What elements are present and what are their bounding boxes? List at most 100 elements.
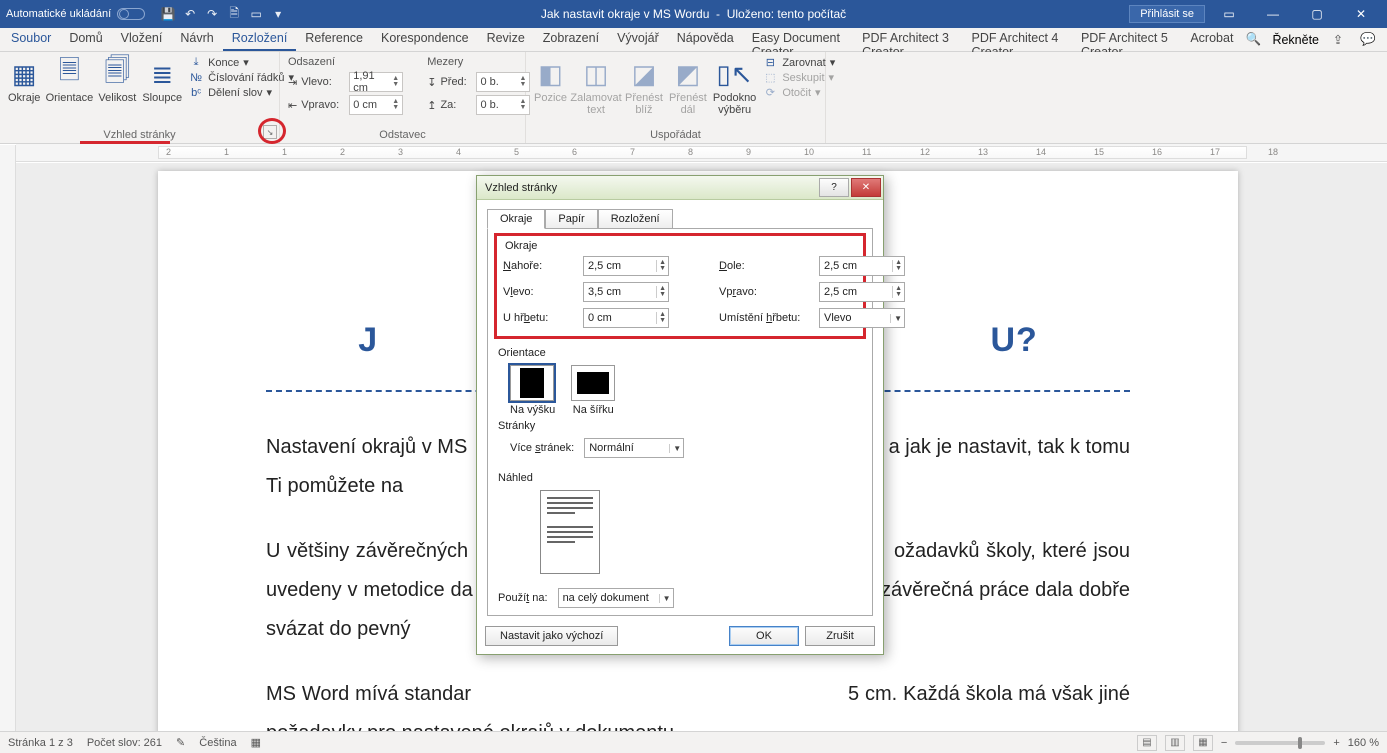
share-icon[interactable]: ⇪ — [1327, 30, 1349, 50]
group-button: ⬚Seskupit ▾ — [762, 71, 835, 84]
maximize-icon[interactable]: ▢ — [1297, 0, 1337, 28]
align-button[interactable]: ⊟Zarovnat ▾ — [762, 56, 835, 69]
tab-pdf3[interactable]: PDF Architect 3 Creator — [853, 28, 962, 51]
wrap-icon: ◫ — [584, 58, 609, 90]
tab-developer[interactable]: Vývojář — [608, 28, 668, 51]
forward-button: ◪Přenést blíž — [625, 56, 663, 116]
qat-more-icon[interactable]: ▾ — [269, 5, 287, 23]
zoom-out-button[interactable]: − — [1221, 737, 1227, 749]
indent-left-row[interactable]: ⇥Vlevo:1,91 cm▲▼ — [288, 72, 403, 92]
indent-right-row[interactable]: ⇤Vpravo:0 cm▲▼ — [288, 95, 403, 115]
gutter-pos-select[interactable]: Vlevo▼ — [819, 308, 905, 328]
spacing-before-row[interactable]: ↧Před:0 b.▲▼ — [427, 72, 530, 92]
tab-insert[interactable]: Vložení — [112, 28, 172, 51]
minimize-icon[interactable]: — — [1253, 0, 1293, 28]
tab-file[interactable]: Soubor — [2, 28, 60, 51]
line-numbers-button[interactable]: №Číslování řádků ▾ — [188, 71, 294, 84]
tab-layout[interactable]: Rozložení — [223, 28, 297, 51]
view-read-icon[interactable]: ▤ — [1137, 735, 1157, 751]
tab-pdf5[interactable]: PDF Architect 5 Creator — [1072, 28, 1181, 51]
arrange-group-label: Uspořádat — [534, 129, 817, 141]
horizontal-ruler[interactable]: 21123456789101112131415161718 — [16, 144, 1387, 162]
spellcheck-icon[interactable]: ✎ — [176, 736, 185, 749]
selection-pane-button[interactable]: ▯↖Podokno výběru — [713, 56, 756, 116]
margins-button[interactable]: ▦Okraje — [8, 56, 40, 104]
tab-easy-doc[interactable]: Easy Document Creator — [743, 28, 853, 51]
zoom-in-button[interactable]: + — [1333, 737, 1339, 749]
view-web-icon[interactable]: ▦ — [1193, 735, 1213, 751]
group-icon: ⬚ — [762, 71, 778, 84]
multi-pages-select[interactable]: Normální▼ — [584, 438, 684, 458]
left-input[interactable]: 3,5 cm▲▼ — [583, 282, 669, 302]
set-default-button[interactable]: Nastavit jako výchozí — [485, 626, 618, 646]
qat-doc-icon[interactable]: 🗎 — [225, 5, 243, 23]
paragraph-3: MS Word mívá standar 5 cm. Každá škola m… — [266, 675, 1130, 731]
page-setup-launcher[interactable]: ↘ — [263, 125, 277, 139]
apply-to-label: Použít na: — [498, 592, 548, 604]
qat-touch-icon[interactable]: ▭ — [247, 5, 265, 23]
search-icon[interactable]: 🔍 — [1242, 30, 1264, 50]
size-icon: 🗐 — [104, 58, 130, 90]
tab-design[interactable]: Návrh — [171, 28, 222, 51]
comments-icon[interactable]: 💬 — [1357, 30, 1379, 50]
columns-button[interactable]: ≣Sloupce — [142, 56, 182, 104]
landscape-option[interactable]: Na šířku — [571, 365, 615, 416]
top-input[interactable]: 2,5 cm▲▼ — [583, 256, 669, 276]
ribbon-tabs: Soubor Domů Vložení Návrh Rozložení Refe… — [0, 28, 1387, 52]
dialog-close-button[interactable]: ✕ — [851, 178, 881, 197]
tab-help[interactable]: Nápověda — [668, 28, 743, 51]
portrait-option[interactable]: Na výšku — [510, 365, 555, 416]
apply-to-select[interactable]: na celý dokument▼ — [558, 588, 674, 608]
ruler-tick: 15 — [1094, 147, 1104, 157]
language-button[interactable]: Čeština — [199, 737, 236, 749]
tab-home[interactable]: Domů — [60, 28, 111, 51]
ruler-tick: 5 — [514, 147, 519, 157]
dialog-help-button[interactable]: ? — [819, 178, 849, 197]
toggle-off-icon — [117, 8, 145, 20]
orientation-group-title: Orientace — [498, 347, 862, 359]
ruler-tick: 6 — [572, 147, 577, 157]
view-print-icon[interactable]: ▥ — [1165, 735, 1185, 751]
right-input[interactable]: 2,5 cm▲▼ — [819, 282, 905, 302]
spacing-after-row[interactable]: ↥Za:0 b.▲▼ — [427, 95, 530, 115]
ruler-tick: 8 — [688, 147, 693, 157]
portrait-icon — [520, 368, 544, 398]
tab-mailings[interactable]: Korespondence — [372, 28, 478, 51]
undo-icon[interactable]: ↶ — [181, 5, 199, 23]
margins-icon: ▦ — [12, 58, 37, 90]
save-icon[interactable]: 💾 — [159, 5, 177, 23]
autosave-toggle[interactable]: Automatické ukládání — [6, 8, 145, 20]
tell-me-label[interactable]: Řekněte — [1272, 33, 1319, 47]
size-button[interactable]: 🗐Velikost — [98, 56, 136, 104]
zoom-slider[interactable] — [1235, 741, 1325, 745]
top-label: Nahoře: — [503, 260, 583, 272]
tab-pdf4[interactable]: PDF Architect 4 Creator — [963, 28, 1072, 51]
tab-view[interactable]: Zobrazení — [534, 28, 608, 51]
close-icon[interactable]: ✕ — [1341, 0, 1381, 28]
autosave-label: Automatické ukládání — [6, 8, 111, 20]
cancel-button[interactable]: Zrušit — [805, 626, 875, 646]
breaks-button[interactable]: ⤓Konce ▾ — [188, 56, 294, 69]
page-count[interactable]: Stránka 1 z 3 — [8, 737, 73, 749]
tab-review[interactable]: Revize — [478, 28, 534, 51]
ok-button[interactable]: OK — [729, 626, 799, 646]
signin-button[interactable]: Přihlásit se — [1129, 5, 1205, 23]
dialog-tab-paper[interactable]: Papír — [545, 209, 597, 229]
dialog-tab-margins[interactable]: Okraje — [487, 209, 545, 229]
tab-references[interactable]: Reference — [296, 28, 372, 51]
macro-icon[interactable]: ▦ — [251, 736, 261, 749]
rotate-icon: ⟳ — [762, 86, 778, 99]
ribbon: ▦Okraje 🗏Orientace 🗐Velikost ≣Sloupce ⤓K… — [0, 52, 1387, 144]
bottom-input[interactable]: 2,5 cm▲▼ — [819, 256, 905, 276]
hyphenation-button[interactable]: bᶜDělení slov ▾ — [188, 86, 294, 99]
tab-acrobat[interactable]: Acrobat — [1181, 28, 1242, 51]
orientation-button[interactable]: 🗏Orientace — [46, 56, 92, 104]
dialog-tab-layout[interactable]: Rozložení — [598, 209, 673, 229]
ribbon-display-icon[interactable]: ▭ — [1209, 0, 1249, 28]
zoom-level[interactable]: 160 % — [1348, 737, 1379, 749]
redo-icon[interactable]: ↷ — [203, 5, 221, 23]
dialog-titlebar[interactable]: Vzhled stránky ? ✕ — [477, 176, 883, 200]
gutter-input[interactable]: 0 cm▲▼ — [583, 308, 669, 328]
word-count[interactable]: Počet slov: 261 — [87, 737, 162, 749]
vertical-ruler[interactable] — [0, 145, 16, 731]
